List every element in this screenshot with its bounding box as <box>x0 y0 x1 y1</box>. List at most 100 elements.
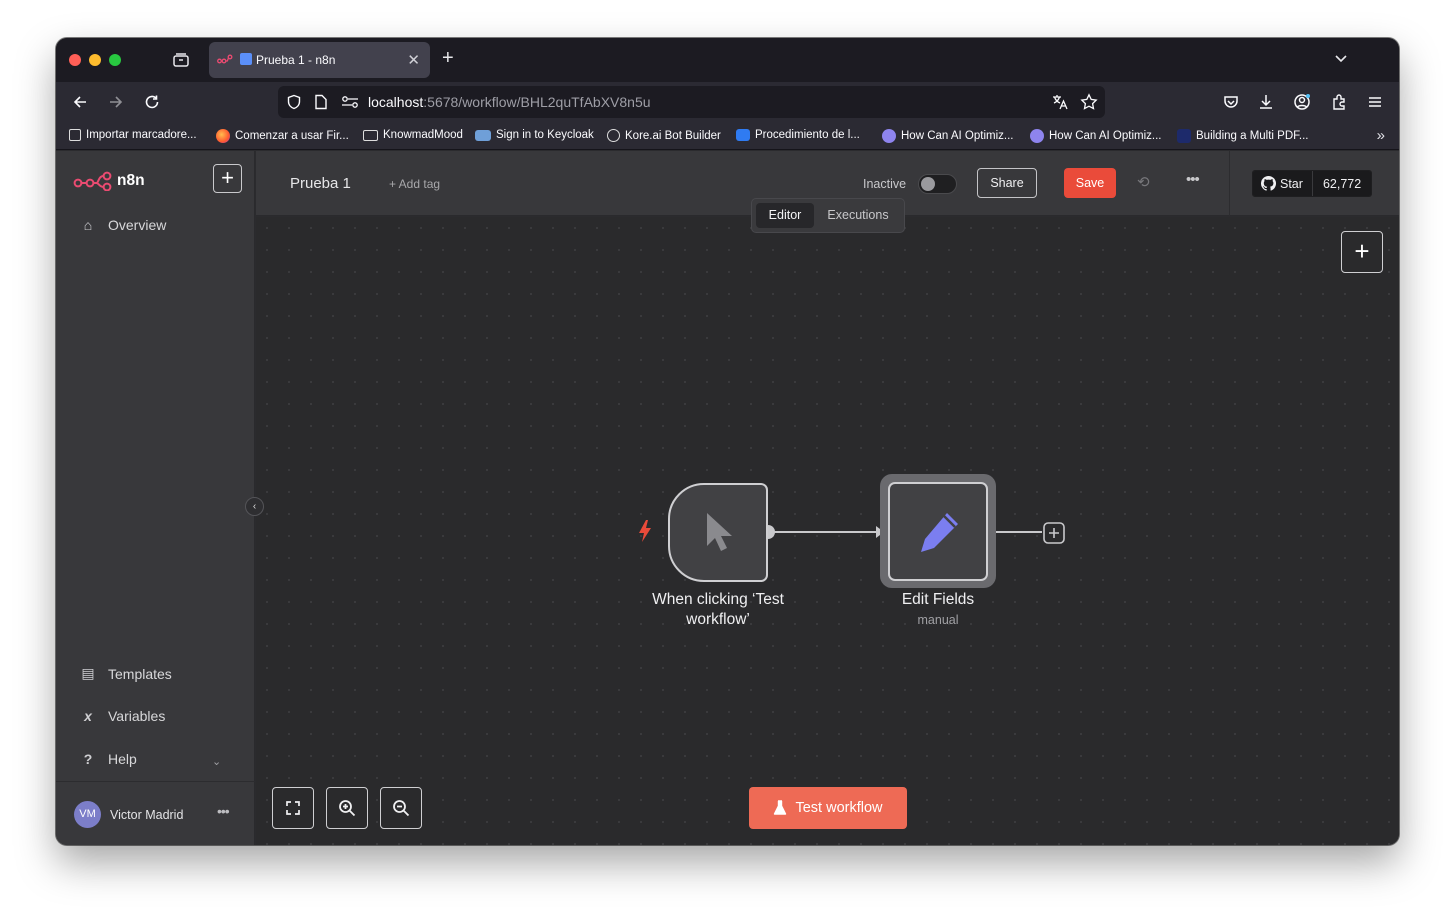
cursor-icon <box>707 513 732 551</box>
keycloak-icon <box>475 129 491 141</box>
fit-view-button[interactable] <box>272 787 314 829</box>
save-button[interactable]: Save <box>1064 168 1116 198</box>
play-favicon-icon <box>240 53 252 65</box>
add-tag-button[interactable]: + Add tag <box>389 177 440 191</box>
more-options-icon[interactable]: ••• <box>1186 171 1200 188</box>
bookmark-multi-pdf[interactable]: Building a Multi PDF... <box>1177 129 1309 143</box>
tab-active[interactable]: Prueba 1 - n8n ✕ <box>209 42 430 78</box>
address-bar[interactable]: localhost:5678/workflow/BHL2quTfAbXV8n5u <box>278 86 1105 118</box>
bookmark-ai-optimiz-2[interactable]: How Can AI Optimiz... <box>1030 129 1161 143</box>
active-status-label: Inactive <box>863 177 907 191</box>
translate-icon[interactable] <box>1051 93 1069 111</box>
back-icon[interactable] <box>71 93 89 111</box>
divider <box>56 781 255 782</box>
tab-editor[interactable]: Editor <box>756 203 814 228</box>
user-name: Victor Madrid <box>110 808 184 822</box>
bookmark-import[interactable]: Importar marcadore... <box>69 129 197 141</box>
tab-executions[interactable]: Executions <box>818 203 898 228</box>
shield-icon[interactable] <box>286 94 302 110</box>
maximize-window-button[interactable] <box>109 54 121 66</box>
history-icon[interactable]: ⟲ <box>1137 173 1150 191</box>
variable-icon: x <box>84 708 92 724</box>
sidebar-item-label: Variables <box>108 708 166 724</box>
site-icon <box>1177 129 1191 143</box>
downloads-icon[interactable] <box>1257 93 1275 111</box>
chevron-down-icon[interactable]: ⌄ <box>212 755 221 768</box>
add-next-node-icon[interactable] <box>1043 522 1065 544</box>
sidebar-item-variables[interactable]: x Variables <box>79 708 165 724</box>
bookmark-keycloak[interactable]: Sign in to Keycloak <box>475 129 594 141</box>
account-icon[interactable] <box>1293 93 1311 111</box>
bookmark-ai-optimiz-1[interactable]: How Can AI Optimiz... <box>882 129 1013 143</box>
n8n-app: n8n + ⌂ Overview ▤ Templates x Variables… <box>56 151 1399 845</box>
bookmark-koreai[interactable]: Kore.ai Bot Builder <box>607 129 721 142</box>
github-star-label[interactable]: Star <box>1253 171 1313 196</box>
fullscreen-icon <box>286 801 300 815</box>
minimize-window-button[interactable] <box>89 54 101 66</box>
sidebar-item-label: Overview <box>108 217 167 233</box>
label-line: When clicking ‘Test <box>652 591 784 608</box>
new-tab-button[interactable]: + <box>442 47 454 70</box>
bookmark-label: How Can AI Optimiz... <box>1049 130 1162 142</box>
user-menu-button[interactable]: ••• <box>217 803 230 819</box>
navigation-bar: localhost:5678/workflow/BHL2quTfAbXV8n5u <box>56 82 1399 122</box>
edit-fields-label: Edit Fields <box>901 591 975 608</box>
github-star-button[interactable]: Star 62,772 <box>1252 170 1373 197</box>
label-line: workflow’ <box>686 611 750 628</box>
zoom-out-button[interactable] <box>380 787 422 829</box>
bookmark-label: Comenzar a usar Fir... <box>235 130 349 142</box>
hexagon-icon <box>882 129 896 143</box>
avatar[interactable]: VM <box>74 801 101 828</box>
toggle-knob <box>921 177 935 191</box>
pencil-icon <box>921 513 958 552</box>
forward-icon[interactable] <box>107 93 125 111</box>
permissions-icon[interactable] <box>341 95 359 109</box>
menu-icon[interactable] <box>1366 93 1384 111</box>
pocket-icon[interactable] <box>1222 93 1240 111</box>
url-path: :5678/workflow/BHL2quTfAbXV8n5u <box>423 94 651 110</box>
close-window-button[interactable] <box>69 54 81 66</box>
add-workflow-button[interactable]: + <box>213 164 242 193</box>
folder-icon <box>363 129 378 141</box>
edit-fields-node[interactable] <box>888 482 988 581</box>
confluence-icon <box>736 129 750 141</box>
zoom-in-button[interactable] <box>326 787 368 829</box>
workflow-canvas[interactable]: Editor Executions + When clicking ‘Test … <box>256 198 1399 845</box>
page-icon[interactable] <box>314 94 328 110</box>
bookmark-label: How Can AI Optimiz... <box>901 130 1014 142</box>
reload-icon[interactable] <box>143 93 161 111</box>
url-text: localhost:5678/workflow/BHL2quTfAbXV8n5u <box>368 94 651 110</box>
bookmark-firefox[interactable]: Comenzar a usar Fir... <box>216 129 349 143</box>
sidebar-item-templates[interactable]: ▤ Templates <box>79 665 171 682</box>
close-tab-icon[interactable]: ✕ <box>407 51 420 69</box>
extensions-icon[interactable] <box>1330 93 1348 111</box>
trigger-node[interactable] <box>668 483 768 582</box>
tab-groups-icon[interactable] <box>172 52 190 68</box>
bookmark-label: Sign in to Keycloak <box>496 129 594 141</box>
collapse-sidebar-button[interactable]: ‹ <box>245 497 264 516</box>
test-workflow-label: Test workflow <box>795 800 883 816</box>
chevron-down-icon[interactable] <box>1333 50 1349 66</box>
star-count[interactable]: 62,772 <box>1312 171 1372 196</box>
chevron-right-double-icon[interactable]: » <box>1377 127 1385 144</box>
bookmark-procedimiento[interactable]: Procedimiento de l... <box>736 129 860 141</box>
sidebar-item-help[interactable]: ? Help <box>79 751 137 767</box>
star-text: Star <box>1280 176 1303 191</box>
zoom-out-icon <box>393 800 410 817</box>
share-button[interactable]: Share <box>977 168 1037 198</box>
bookmarks-toolbar: Importar marcadore... Comenzar a usar Fi… <box>56 122 1399 150</box>
bookmark-label: Importar marcadore... <box>86 129 197 141</box>
tab-title: Prueba 1 - n8n <box>256 53 336 67</box>
workflow-name[interactable]: Prueba 1 <box>290 175 351 192</box>
n8n-logo[interactable]: n8n <box>73 171 145 191</box>
question-icon: ? <box>83 751 93 767</box>
active-toggle[interactable] <box>918 174 957 194</box>
sidebar-item-label: Help <box>108 751 137 767</box>
bookmark-knowmadmood[interactable]: KnowmadMood <box>363 129 463 141</box>
add-node-button[interactable]: + <box>1341 231 1383 273</box>
sidebar-item-overview[interactable]: ⌂ Overview <box>79 217 167 233</box>
github-icon <box>1261 176 1276 191</box>
test-workflow-button[interactable]: Test workflow <box>749 787 907 829</box>
trigger-node-label: When clicking ‘Test workflow’ <box>628 590 808 630</box>
bookmark-star-icon[interactable] <box>1080 93 1098 111</box>
